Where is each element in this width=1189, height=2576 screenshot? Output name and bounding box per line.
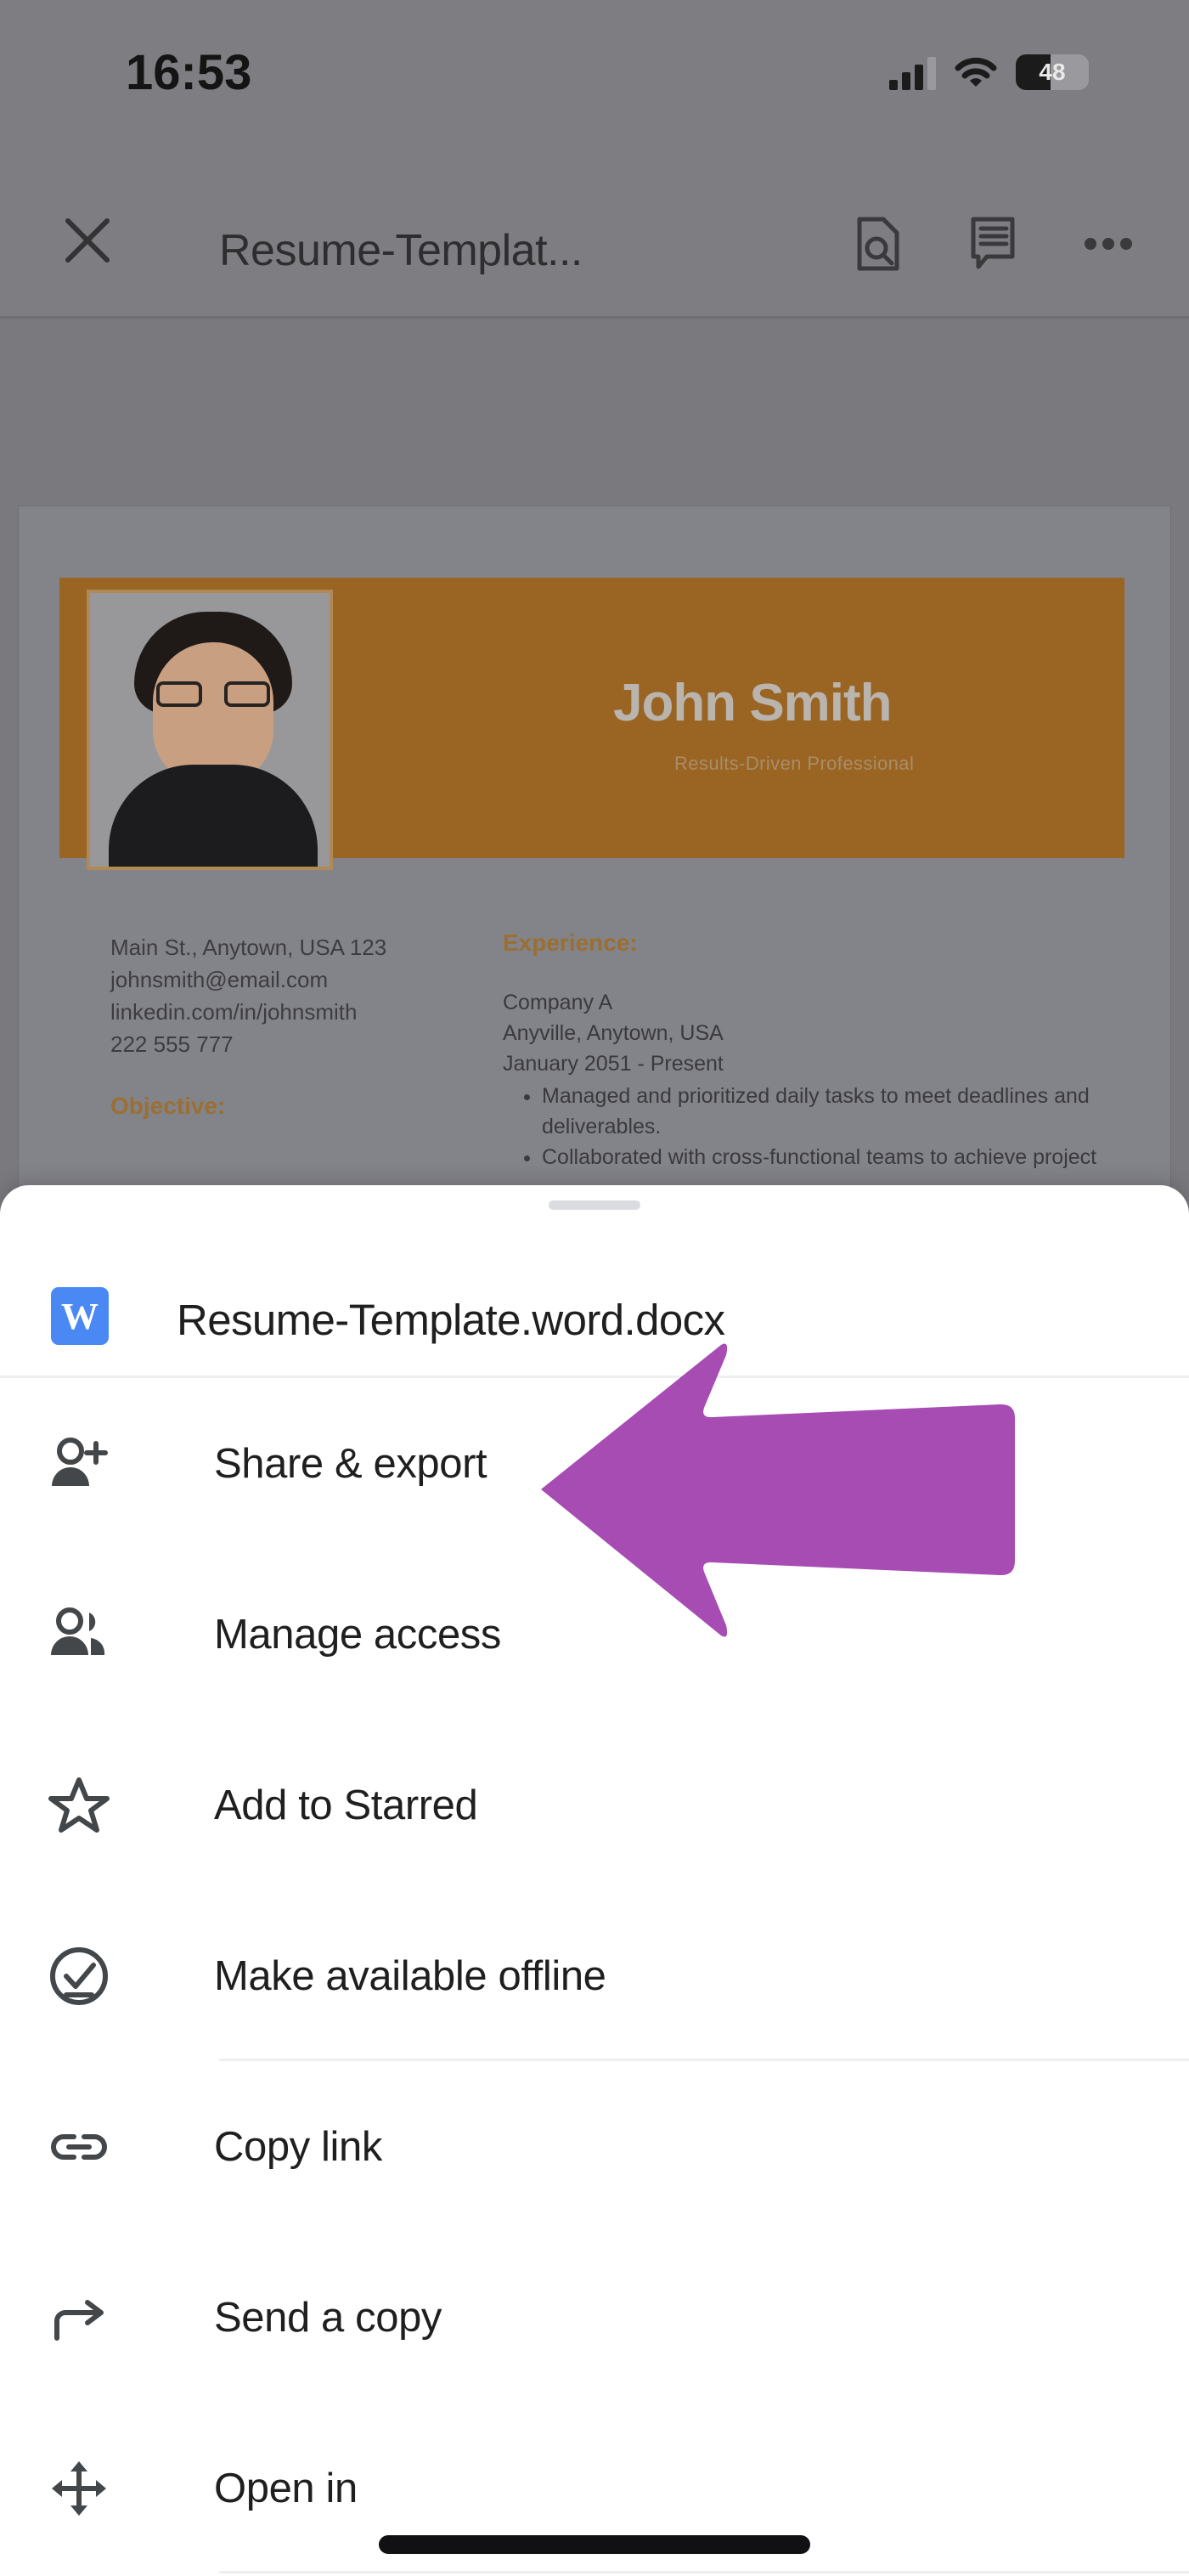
status-bar-clock: 16:53 — [126, 45, 252, 100]
overflow-menu-icon[interactable] — [1084, 235, 1133, 252]
menu-label: Copy link — [214, 2123, 382, 2170]
menu-group-divider — [219, 2571, 1189, 2573]
resume-contact-block: Main St., Anytown, USA 123 johnsmith@ema… — [110, 931, 476, 1060]
resume-experience-heading: Experience: — [503, 929, 638, 956]
menu-label: Add to Starred — [214, 1782, 478, 1828]
check-circle-icon — [47, 1944, 111, 2008]
send-arrow-icon — [47, 2285, 111, 2350]
battery-icon: 48 — [1016, 54, 1089, 90]
menu-label: Make available offline — [214, 1952, 606, 1999]
resume-objective-heading: Objective: — [110, 1093, 226, 1119]
resume-full-name: John Smith — [613, 674, 893, 732]
link-icon — [47, 2115, 111, 2179]
menu-item-add-to-starred[interactable]: Add to Starred — [0, 1720, 1189, 1890]
sheet-file-name: Resume-Template.word.docx — [177, 1296, 725, 1344]
word-file-icon: W — [51, 1287, 109, 1345]
resume-experience-block: Experience: Company A Anyville, Anytown,… — [503, 929, 1114, 1172]
experience-bullet: Managed and prioritized daily tasks to m… — [542, 1081, 1114, 1142]
menu-item-copy-link[interactable]: Copy link — [0, 2061, 1189, 2232]
file-options-bottom-sheet: W Resume-Template.word.docx Share & expo… — [0, 1185, 1189, 2576]
home-indicator — [379, 2535, 810, 2554]
experience-bullet: Collaborated with cross-functional teams… — [542, 1142, 1114, 1172]
menu-label: Manage access — [214, 1611, 501, 1658]
menu-label: Send a copy — [214, 2294, 442, 2341]
experience-dates: January 2051 - Present — [503, 1052, 724, 1076]
options-menu: Share & export Manage access Add to Star… — [0, 1378, 1189, 2573]
open-in-move-icon — [47, 2456, 111, 2521]
menu-label: Share & export — [214, 1440, 487, 1487]
battery-level-text: 48 — [1039, 59, 1066, 85]
document-search-icon[interactable] — [853, 216, 902, 272]
resume-profile-photo — [87, 590, 333, 870]
status-bar-indicators: 48 — [889, 49, 1089, 90]
star-outline-icon — [47, 1773, 111, 1838]
sheet-file-header: W Resume-Template.word.docx — [0, 1185, 1189, 1376]
person-add-icon — [47, 1432, 111, 1496]
contact-address: Main St., Anytown, USA 123 — [110, 935, 387, 960]
comments-icon[interactable] — [968, 216, 1017, 272]
close-icon[interactable] — [61, 214, 114, 267]
menu-item-share-export[interactable]: Share & export — [0, 1378, 1189, 1549]
document-title: Resume-Templat... — [219, 226, 583, 275]
phone-screen: 16:53 48 Resume-Templat... John Smith Re… — [0, 0, 1189, 2576]
wifi-icon — [955, 56, 997, 90]
experience-location: Anyville, Anytown, USA — [503, 1021, 724, 1045]
menu-item-send-a-copy[interactable]: Send a copy — [0, 2232, 1189, 2403]
status-bar: 16:53 48 — [0, 0, 1189, 161]
menu-label: Open in — [214, 2465, 358, 2511]
contact-linkedin: linkedin.com/in/johnsmith — [110, 999, 358, 1025]
experience-company: Company A — [503, 991, 613, 1014]
contact-phone: 222 555 777 — [110, 1031, 234, 1057]
signal-icon — [889, 56, 936, 90]
menu-item-manage-access[interactable]: Manage access — [0, 1549, 1189, 1720]
app-bar: Resume-Templat... — [0, 161, 1189, 319]
people-icon — [47, 1602, 111, 1667]
resume-tagline: Results-Driven Professional — [674, 753, 915, 774]
contact-email: johnsmith@email.com — [110, 967, 329, 992]
menu-item-make-available-offline[interactable]: Make available offline — [0, 1890, 1189, 2061]
document-page[interactable]: John Smith Results-Driven Professional M… — [19, 506, 1170, 1220]
